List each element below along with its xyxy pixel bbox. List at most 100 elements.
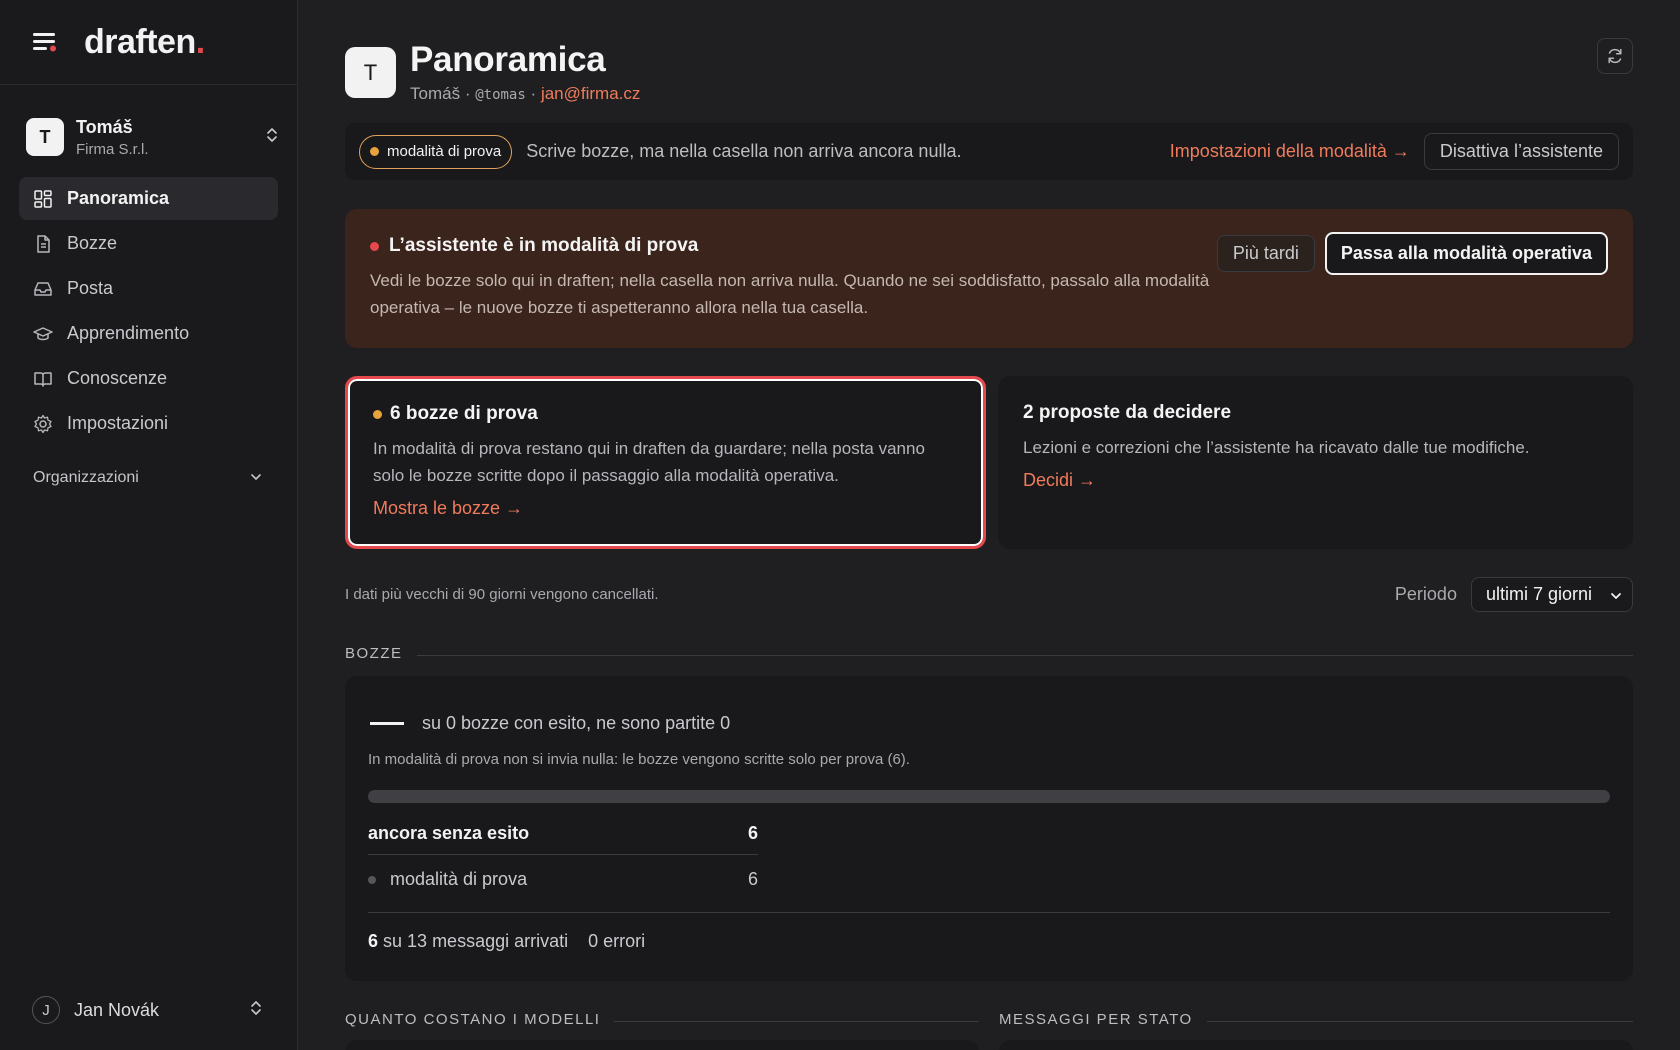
sidebar-item-bozze[interactable]: Bozze	[19, 222, 278, 265]
sidebar-item-label: Impostazioni	[67, 413, 169, 433]
period-selected: ultimi 7 giorni	[1485, 584, 1592, 604]
chevron-down-icon	[1610, 584, 1622, 605]
outcome-label: ancora senza esito	[368, 823, 530, 843]
drafts-section-header: BOZZE	[345, 645, 1633, 662]
outcome-sublabel: modalità di prova	[390, 869, 528, 889]
outcome-value: 6	[747, 823, 758, 843]
dashboard-icon	[34, 189, 52, 208]
graduation-cap-icon	[33, 326, 53, 340]
status-dot	[373, 409, 382, 419]
status-dot	[370, 241, 379, 251]
page-title: Panoramica	[410, 40, 606, 79]
mode-badge[interactable]: modalità di prova	[359, 134, 513, 169]
outcome-row: ancora senza esito 6	[368, 823, 758, 855]
period-select[interactable]: ultimi 7 giorni	[1470, 577, 1633, 612]
outcome-subvalue: 6	[747, 869, 758, 889]
divider	[368, 912, 1610, 913]
logo: draften.	[84, 22, 205, 61]
decide-link[interactable]: Decidi →	[1023, 470, 1096, 491]
sidebar-item-label: Posta	[67, 278, 114, 298]
retention-note: I dati più vecchi di 90 giorni vengono c…	[345, 586, 659, 603]
inbox-icon	[34, 281, 52, 296]
later-button[interactable]: Più tardi	[1216, 235, 1315, 272]
sent-rate-text: su 0 bozze con esito, ne sono partite 0	[422, 713, 731, 733]
messages-by-status-card	[999, 1040, 1633, 1050]
book-icon	[34, 371, 52, 387]
profile-name: Tomáš	[410, 84, 461, 103]
sidebar-item-label: Conoscenze	[67, 368, 168, 388]
test-mode-note: In modalità di prova non si invia nulla:…	[368, 751, 910, 768]
drafts-stats-card: su 0 bozze con esito, ne sono partite 0 …	[345, 676, 1633, 981]
outcome-table: ancora senza esito 6 modalità di prova 6	[368, 823, 758, 890]
sidebar-item-label: Panoramica	[67, 188, 170, 208]
user-name: Jan Novák	[74, 999, 160, 1020]
profile-handle: @tomas	[475, 87, 526, 103]
brand-bar: draften.	[0, 0, 297, 85]
message-stats: 6 su 13 messaggi arrivati 0 errori	[368, 931, 1610, 952]
mode-bar: modalità di prova Scrive bozze, ma nella…	[345, 123, 1633, 180]
mode-settings-link[interactable]: Impostazioni della modalità →	[1170, 141, 1410, 162]
card-title: 2 proposte da decidere	[1023, 402, 1232, 423]
filter-row: I dati più vecchi di 90 giorni vengono c…	[345, 577, 1633, 612]
section-label: QUANTO COSTANO I MODELLI	[345, 1011, 601, 1028]
divider	[1206, 1021, 1633, 1022]
chevron-up-down-icon	[265, 126, 279, 149]
separator: ·	[464, 84, 471, 103]
profile-email[interactable]: jan@firma.cz	[541, 84, 640, 103]
model-costs-card	[345, 1040, 979, 1050]
menu-icon[interactable]	[32, 28, 60, 56]
alert-title: L’assistente è in modalità di prova	[370, 235, 1217, 257]
proposals-card[interactable]: 2 proposte da decidere Lezioni e correzi…	[998, 376, 1633, 549]
user-avatar: J	[32, 996, 60, 1024]
legend-dot	[368, 875, 376, 884]
mode-description: Scrive bozze, ma nella casella non arriv…	[526, 141, 962, 161]
sidebar-item-impostazioni[interactable]: Impostazioni	[19, 402, 278, 445]
sidebar-nav: Panoramica Bozze Posta Apprendimento Con…	[0, 177, 297, 445]
status-dot	[370, 147, 379, 156]
sidebar-item-apprendimento[interactable]: Apprendimento	[19, 312, 278, 355]
bottom-sections: QUANTO COSTANO I MODELLI MESSAGGI PER ST…	[345, 1011, 1633, 1028]
card-title: 6 bozze di prova	[373, 403, 958, 425]
account-org: Firma S.r.l.	[76, 140, 149, 158]
sidebar-item-posta[interactable]: Posta	[19, 267, 278, 310]
user-menu[interactable]: J Jan Novák	[32, 996, 263, 1024]
refresh-icon	[1608, 48, 1622, 64]
sent-rate: su 0 bozze con esito, ne sono partite 0	[370, 713, 1610, 734]
account-name: Tomáš	[76, 116, 133, 137]
separator: ·	[530, 84, 537, 103]
messages-by-status-header: MESSAGGI PER STATO	[999, 1011, 1633, 1028]
empty-value-dash	[370, 722, 404, 725]
alert-text: Vedi le bozze solo qui in draften; nella…	[370, 271, 1210, 317]
chevron-down-icon	[249, 469, 263, 487]
main-content: T Panoramica Tomáš · @tomas · jan@firma.…	[345, 0, 1633, 1050]
alert-title-text: L’assistente è in modalità di prova	[389, 235, 699, 256]
period-filter: Periodo ultimi 7 giorni	[1395, 577, 1633, 612]
organizations-toggle[interactable]: Organizzazioni	[33, 469, 263, 487]
account-switcher[interactable]: T Tomáš Firma S.r.l.	[26, 115, 279, 159]
chevron-up-down-icon	[249, 999, 263, 1022]
divider	[614, 1021, 979, 1022]
section-label: MESSAGGI PER STATO	[999, 1011, 1193, 1028]
refresh-button[interactable]	[1597, 38, 1633, 74]
errors-stat: 0 errori	[588, 931, 646, 951]
sidebar-item-conoscenze[interactable]: Conoscenze	[19, 357, 278, 400]
arrived-stat: 6 su 13 messaggi arrivati	[368, 931, 568, 952]
sidebar-item-panoramica[interactable]: Panoramica	[19, 177, 278, 220]
test-mode-alert: L’assistente è in modalità di prova Vedi…	[345, 209, 1633, 348]
arrived-text: su 13 messaggi arrivati	[383, 931, 569, 951]
test-drafts-card[interactable]: 6 bozze di prova In modalità di prova re…	[345, 376, 986, 549]
sidebar-item-label: Apprendimento	[67, 323, 190, 343]
outcome-progress-bar	[368, 790, 1610, 803]
show-drafts-link[interactable]: Mostra le bozze →	[373, 498, 523, 519]
document-icon	[37, 234, 50, 253]
arrived-count: 6	[368, 931, 379, 951]
divider	[416, 655, 1633, 656]
sidebar-item-label: Bozze	[67, 233, 118, 253]
model-costs-header: QUANTO COSTANO I MODELLI	[345, 1011, 979, 1028]
mode-badge-label: modalità di prova	[387, 143, 502, 160]
disable-assistant-button[interactable]: Disattiva l’assistente	[1423, 133, 1619, 170]
period-label: Periodo	[1394, 584, 1457, 604]
bottom-cards	[345, 1040, 1633, 1050]
switch-to-live-button[interactable]: Passa alla modalità operativa	[1324, 232, 1608, 275]
outcome-subrow: modalità di prova 6	[368, 855, 758, 890]
